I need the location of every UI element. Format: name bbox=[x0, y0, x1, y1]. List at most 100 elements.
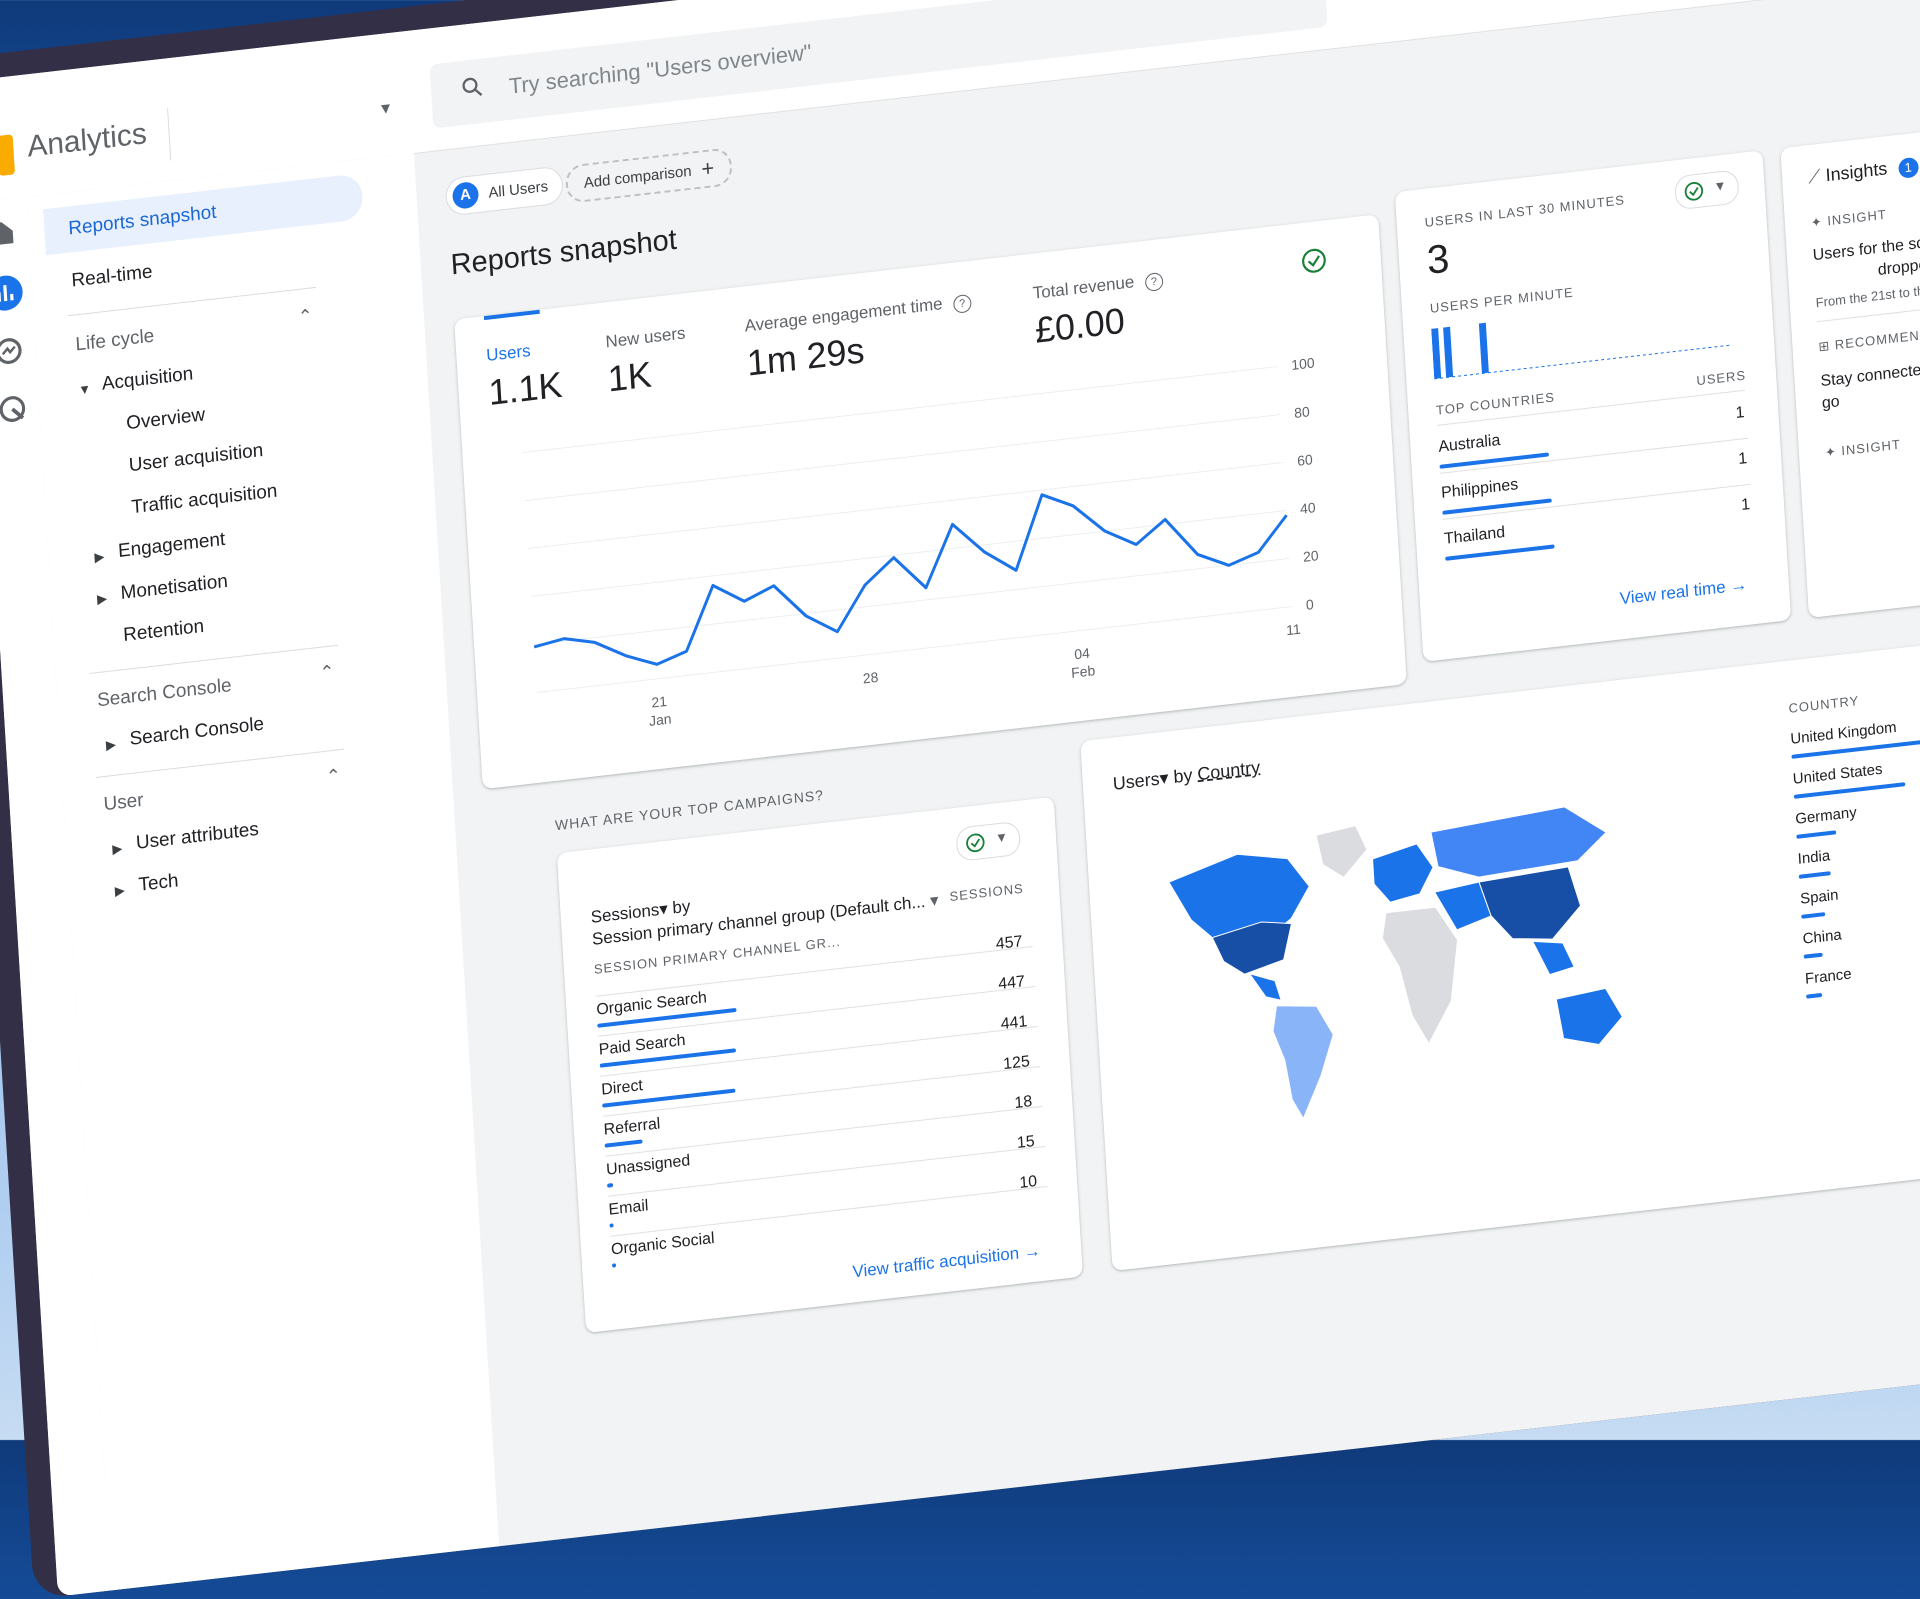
map-metric-selector[interactable]: Users▾ by Country bbox=[1112, 757, 1260, 795]
insight-tag-2: ✦ INSIGHT bbox=[1824, 437, 1901, 462]
metric-tab-new-users[interactable]: New users bbox=[605, 323, 686, 352]
explore-icon[interactable] bbox=[0, 334, 25, 367]
divider bbox=[610, 1186, 1047, 1237]
recommendation-icon: ⊞ bbox=[1818, 338, 1831, 354]
y-tick-label: 60 bbox=[1297, 451, 1314, 469]
caret-down-icon: ▾ bbox=[659, 899, 669, 919]
geo-row-label[interactable]: United States bbox=[1792, 761, 1883, 788]
sidebar-item-engagement[interactable]: Engagement bbox=[117, 529, 225, 563]
geo-row-label[interactable]: France bbox=[1805, 965, 1852, 987]
x-tick-label: 28 bbox=[862, 669, 879, 687]
metric-tab-users[interactable]: Users bbox=[486, 341, 531, 366]
users-line-chart: 02040608010021Jan2804Feb11 bbox=[461, 334, 1406, 779]
x-tick-label: 04 bbox=[1074, 645, 1091, 663]
collapse-lifecycle-icon[interactable]: ⌃ bbox=[297, 305, 313, 328]
divider bbox=[90, 645, 338, 674]
campaign-row-value: 15 bbox=[975, 1133, 1036, 1158]
sidebar-item-search-console[interactable]: Search Console bbox=[129, 714, 265, 751]
insights-card: ⟋ Insights 1 ✦ INSIGHT Users for the scr… bbox=[1780, 114, 1920, 618]
y-tick-label: 80 bbox=[1294, 403, 1311, 421]
geo-row-label[interactable]: United Kingdom bbox=[1790, 719, 1897, 748]
advertising-icon[interactable] bbox=[0, 392, 28, 425]
comparison-chip-all-users[interactable]: A All Users bbox=[446, 166, 563, 215]
expand-tech-icon[interactable]: ▶ bbox=[114, 882, 125, 899]
expand-monetisation-icon[interactable]: ▶ bbox=[97, 591, 108, 608]
property-selector[interactable]: ▾ bbox=[167, 82, 400, 160]
campaigns-status-dropdown[interactable]: ▼ bbox=[955, 821, 1021, 862]
sessions-column-header: SESSIONS bbox=[949, 881, 1024, 904]
map-metric-label: Users bbox=[1112, 769, 1160, 794]
search-icon bbox=[460, 75, 483, 99]
collapse-search-console-icon[interactable]: ⌃ bbox=[319, 661, 335, 684]
add-comparison-label: Add comparison bbox=[583, 162, 692, 191]
plus-icon: + bbox=[701, 155, 715, 182]
sidebar-item-overview[interactable]: Overview bbox=[126, 404, 206, 435]
sidebar-item-monetisation[interactable]: Monetisation bbox=[120, 571, 228, 605]
geo-row-label[interactable]: Spain bbox=[1800, 886, 1839, 907]
caret-down-icon: ▾ bbox=[1159, 768, 1169, 789]
divider bbox=[96, 749, 344, 778]
collapse-user-icon[interactable]: ⌃ bbox=[325, 765, 341, 788]
country-row-value: 1 bbox=[1711, 450, 1748, 472]
campaign-row-label[interactable]: Unassigned bbox=[606, 1152, 691, 1180]
sidebar-item-acquisition[interactable]: Acquisition bbox=[101, 363, 194, 395]
reports-icon[interactable] bbox=[0, 272, 25, 314]
geo-row-label[interactable]: China bbox=[1802, 926, 1842, 947]
geo-row-label[interactable]: Germany bbox=[1795, 804, 1857, 828]
sidebar-item-user-attributes[interactable]: User attributes bbox=[135, 819, 259, 855]
analytics-logo-icon bbox=[0, 134, 15, 176]
map-region-central-america bbox=[1250, 970, 1282, 1003]
campaign-row-value: 447 bbox=[965, 973, 1026, 998]
country-row-label: Thailand bbox=[1444, 524, 1506, 549]
expand-acquisition-icon[interactable]: ▼ bbox=[78, 381, 92, 397]
sidebar-item-traffic-acquisition[interactable]: Traffic acquisition bbox=[131, 481, 278, 520]
expand-search-console-icon[interactable]: ▶ bbox=[106, 736, 117, 753]
sidebar-item-user-acquisition[interactable]: User acquisition bbox=[128, 440, 264, 477]
section-lifecycle: Life cycle bbox=[75, 326, 155, 357]
campaign-row-label[interactable]: Email bbox=[608, 1197, 649, 1220]
sidebar-item-retention[interactable]: Retention bbox=[123, 616, 205, 647]
map-dimension-label[interactable]: Country bbox=[1197, 757, 1261, 784]
by-label: by bbox=[672, 897, 691, 918]
country-column-header: COUNTRY bbox=[1788, 693, 1860, 716]
help-icon[interactable]: ? bbox=[1144, 272, 1163, 292]
map-region-greenland bbox=[1316, 825, 1369, 881]
insights-icon: ⟋ bbox=[1807, 166, 1821, 187]
map-region-south-america bbox=[1272, 1000, 1339, 1122]
caret-down-icon: ▾ bbox=[929, 890, 939, 910]
recommendation-tag-label: RECOMMENDAT bbox=[1834, 325, 1920, 353]
x-tick-label: 21 bbox=[651, 693, 668, 711]
sparkle-icon: ✦ bbox=[1824, 444, 1837, 460]
geo-row-label[interactable]: India bbox=[1797, 847, 1830, 868]
country-row-value: 1 bbox=[1714, 496, 1751, 518]
home-icon[interactable] bbox=[0, 216, 17, 249]
series-line bbox=[528, 467, 1291, 678]
recommendation-text[interactable]: Stay connected t bbox=[1820, 360, 1920, 391]
revenue-label: Total revenue bbox=[1032, 272, 1135, 303]
segment-badge: A bbox=[452, 181, 479, 210]
check-circle-icon bbox=[965, 832, 986, 854]
view-realtime-label: View real time bbox=[1619, 577, 1726, 608]
gridline bbox=[537, 606, 1292, 692]
add-comparison-button[interactable]: Add comparison + bbox=[565, 147, 734, 204]
x-tick-label: 11 bbox=[1286, 621, 1302, 639]
metric-revenue-value: £0.00 bbox=[1034, 300, 1126, 352]
check-circle-icon[interactable] bbox=[1300, 246, 1327, 275]
map-region-southeast-asia bbox=[1533, 937, 1575, 977]
expand-engagement-icon[interactable]: ▶ bbox=[94, 549, 105, 566]
sidebar-item-realtime[interactable]: Real-time bbox=[71, 261, 153, 292]
view-traffic-acquisition-link[interactable]: View traffic acquisition → bbox=[852, 1241, 1041, 1282]
sidebar-item-tech[interactable]: Tech bbox=[138, 870, 179, 897]
help-icon[interactable]: ? bbox=[953, 294, 972, 314]
insights-header[interactable]: ⟋ Insights 1 bbox=[1807, 155, 1918, 190]
realtime-status-dropdown[interactable]: ▼ bbox=[1674, 169, 1740, 210]
expand-user-attributes-icon[interactable]: ▶ bbox=[112, 840, 123, 857]
campaign-row-label[interactable]: Direct bbox=[601, 1077, 644, 1100]
campaign-row-label[interactable]: Referral bbox=[603, 1115, 661, 1139]
realtime-title: USERS IN LAST 30 MINUTES bbox=[1424, 192, 1625, 230]
metric-tab-revenue[interactable]: Total revenue ? bbox=[1032, 269, 1163, 305]
view-realtime-link[interactable]: View real time → bbox=[1619, 575, 1748, 610]
map-region-asia bbox=[1479, 866, 1583, 947]
campaign-row-value: 10 bbox=[977, 1173, 1038, 1198]
section-search-console: Search Console bbox=[97, 675, 233, 712]
